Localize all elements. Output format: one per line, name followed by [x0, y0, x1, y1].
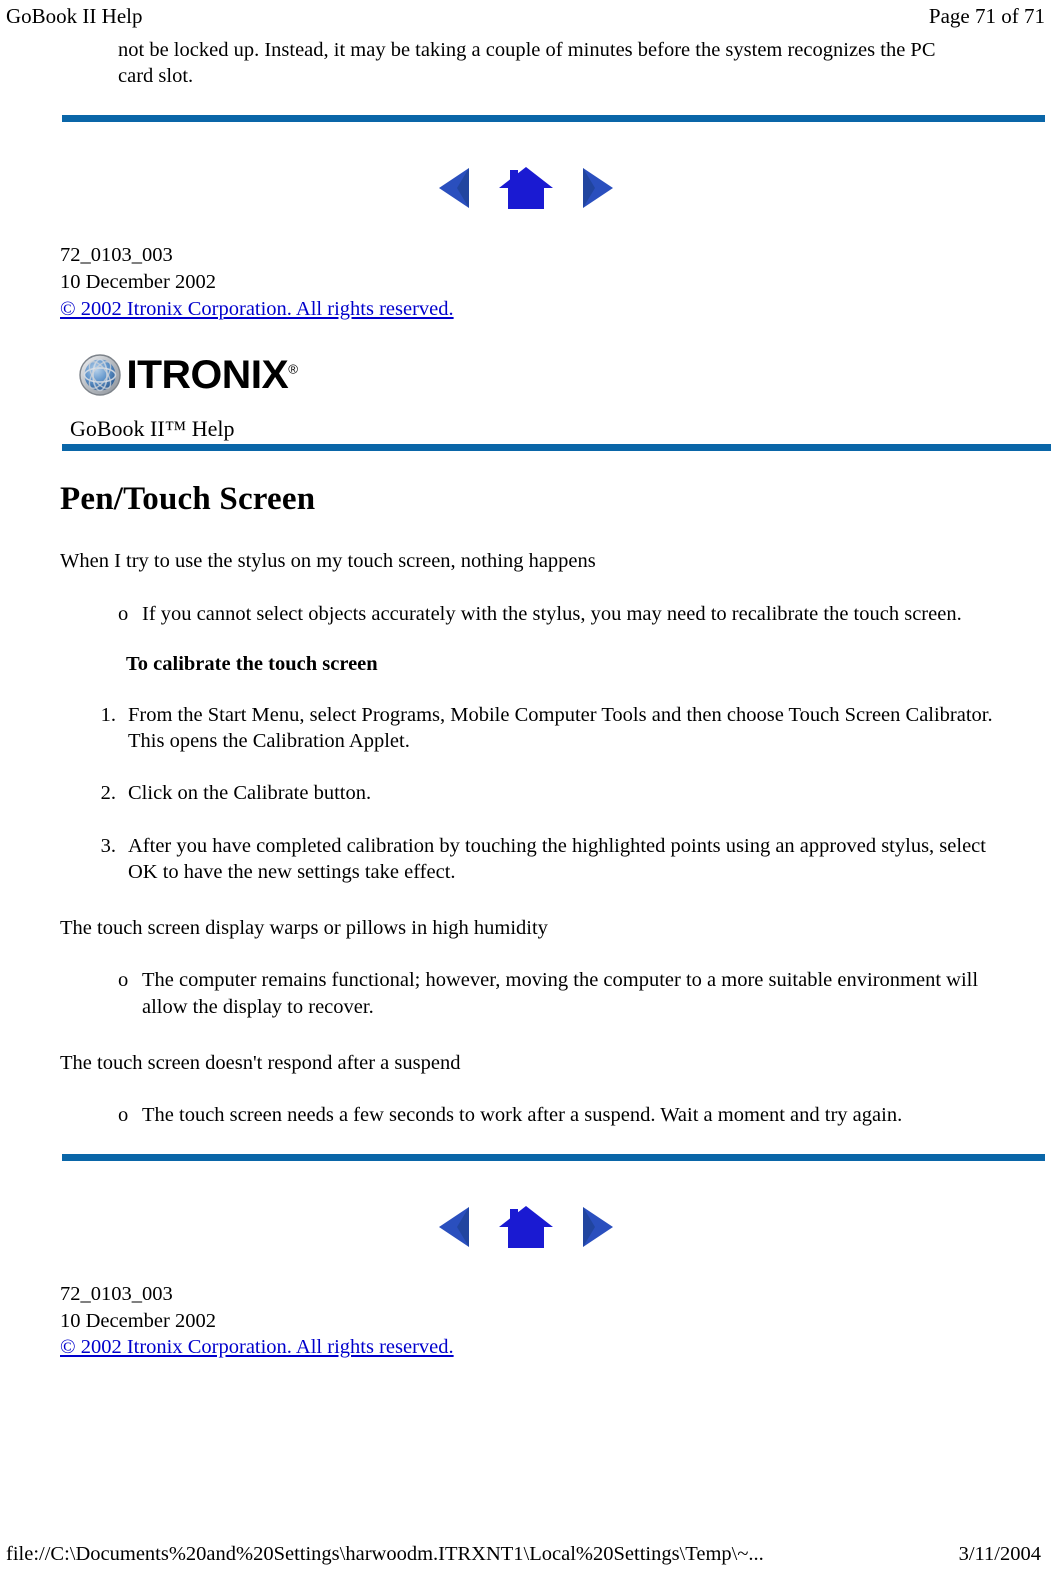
next-page-icon[interactable]: [581, 1205, 615, 1249]
list-item: The computer remains functional; however…: [118, 967, 1012, 1019]
title-divider: [62, 444, 1051, 452]
continued-paragraph: not be locked up. Instead, it may be tak…: [118, 39, 936, 88]
navigation-bar-bottom: [0, 1201, 1051, 1253]
logo-wordmark-text: ITRONIX: [126, 353, 289, 398]
next-page-icon[interactable]: [581, 166, 615, 210]
document-info-bottom: 72_0103_003 10 December 2002 © 2002 Itro…: [60, 1281, 1051, 1361]
question-heading: The touch screen display warps or pillow…: [60, 917, 548, 940]
navigation-bar-top: [0, 162, 1051, 214]
document-number: 72_0103_003: [60, 1283, 173, 1306]
page-footer: file://C:\Documents%20and%20Settings\har…: [0, 1543, 1051, 1566]
list-item: From the Start Menu, select Programs, Mo…: [82, 702, 993, 753]
document-date: 10 December 2002: [60, 271, 216, 294]
list-item: After you have completed calibration by …: [82, 833, 986, 883]
document-date: 10 December 2002: [60, 1309, 216, 1332]
registered-trademark-icon: ®: [288, 362, 298, 378]
question-heading: When I try to use the stylus on my touch…: [60, 550, 596, 573]
section-divider-bottom: [62, 1154, 1045, 1162]
itronix-logo: ITRONIX®: [78, 352, 1051, 398]
home-icon[interactable]: [497, 1203, 555, 1251]
globe-icon: [78, 353, 122, 397]
answer-list: The computer remains functional; however…: [0, 967, 1051, 1019]
home-icon[interactable]: [497, 164, 555, 212]
copyright-link[interactable]: © 2002 Itronix Corporation. All rights r…: [60, 1334, 1051, 1361]
footer-print-date: 3/11/2004: [958, 1543, 1041, 1565]
document-info-top: 72_0103_003 10 December 2002 © 2002 Itro…: [60, 242, 1051, 322]
procedure-heading: To calibrate the touch screen: [126, 652, 378, 675]
question-heading: The touch screen doesn't respond after a…: [60, 1051, 461, 1074]
previous-page-icon[interactable]: [437, 1205, 471, 1249]
copyright-link[interactable]: © 2002 Itronix Corporation. All rights r…: [60, 296, 1051, 323]
document-number: 72_0103_003: [60, 244, 173, 267]
product-title: GoBook II™ Help: [70, 416, 235, 442]
list-item: Click on the Calibrate button.: [82, 780, 372, 806]
header-page-indicator: Page 71 of 71: [928, 4, 1045, 28]
previous-page-icon[interactable]: [437, 166, 471, 210]
list-item: The touch screen needs a few seconds to …: [118, 1102, 1012, 1128]
header-doc-title: GoBook II Help: [6, 4, 143, 28]
answer-list: If you cannot select objects accurately …: [0, 601, 1051, 627]
page-header: GoBook II Help Page 71 of 71: [0, 0, 1051, 29]
procedure-steps: From the Start Menu, select Programs, Mo…: [0, 702, 1051, 885]
footer-file-path: file://C:\Documents%20and%20Settings\har…: [6, 1543, 764, 1565]
answer-list: The touch screen needs a few seconds to …: [0, 1102, 1051, 1128]
list-item: If you cannot select objects accurately …: [118, 601, 1012, 627]
section-divider-top: [62, 115, 1045, 123]
logo-wordmark: ITRONIX®: [126, 353, 298, 398]
page-title: Pen/Touch Screen: [60, 481, 316, 518]
